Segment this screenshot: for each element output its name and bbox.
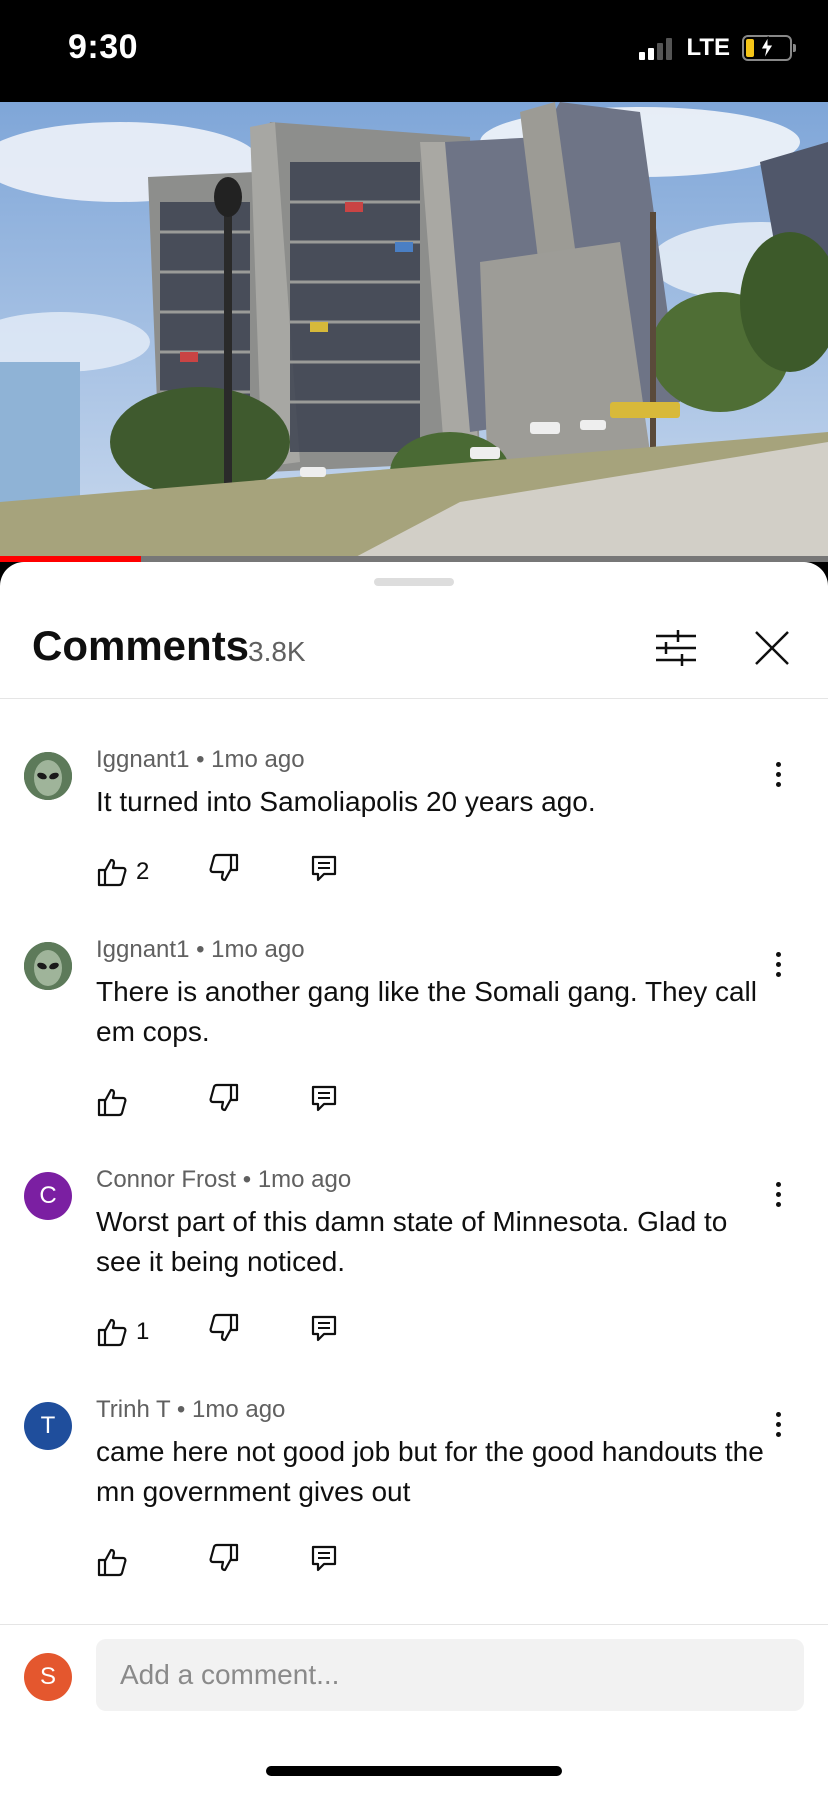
reply-button[interactable] <box>308 852 348 892</box>
comment-meta: Connor Frost • 1mo ago <box>96 1166 351 1194</box>
reply-icon <box>311 1545 337 1572</box>
comments-header: Comments 3.8K <box>0 602 828 699</box>
comment-author[interactable]: Iggnant1 <box>96 746 189 773</box>
comment-text: came here not good job but for the good … <box>96 1436 764 1507</box>
more-options-button[interactable] <box>766 944 790 984</box>
avatar[interactable]: C <box>24 1172 72 1220</box>
meta-separator: • <box>176 1396 186 1423</box>
comment-meta: Iggnant1 • 1mo ago <box>96 936 305 964</box>
sort-filter-button[interactable] <box>652 624 700 672</box>
status-time: 9:30 <box>68 28 139 66</box>
thumbs-up-icon <box>97 1318 127 1347</box>
more-options-button[interactable] <box>766 1174 790 1214</box>
comment-actions: 1 <box>96 1312 396 1352</box>
alien-avatar-icon <box>24 942 72 990</box>
like-button[interactable]: 1 <box>96 1312 149 1352</box>
sliders-icon <box>656 630 696 666</box>
like-button[interactable] <box>96 1542 136 1582</box>
dislike-button[interactable] <box>208 1082 248 1122</box>
comment-time: 1mo ago <box>257 1166 352 1193</box>
comment-author[interactable]: Trinh T <box>96 1396 170 1423</box>
avatar[interactable] <box>24 942 72 990</box>
dislike-button[interactable] <box>208 852 248 892</box>
dislike-button[interactable] <box>208 1542 248 1582</box>
comment-author[interactable]: Connor Frost <box>96 1166 236 1193</box>
thumbs-up-icon <box>97 1088 127 1117</box>
like-count: 1 <box>136 1318 150 1345</box>
thumbs-up-icon <box>97 1548 127 1577</box>
add-comment-input[interactable] <box>96 1639 804 1711</box>
reply-button[interactable] <box>308 1312 348 1352</box>
close-icon <box>755 631 789 665</box>
battery-icon <box>742 35 796 61</box>
meta-separator: • <box>242 1166 252 1193</box>
dislike-button[interactable] <box>208 1312 248 1352</box>
comments-title: Comments <box>32 622 250 669</box>
network-type: LTE <box>686 34 730 61</box>
drag-handle[interactable] <box>374 578 454 586</box>
reply-button[interactable] <box>308 1542 348 1582</box>
status-bar: 9:30 LTE <box>0 0 828 100</box>
video-player[interactable] <box>0 102 828 560</box>
comment-meta: Iggnant1 • 1mo ago <box>96 746 305 774</box>
signal-icon <box>639 36 673 60</box>
comment-time: 1mo ago <box>211 936 305 963</box>
reply-button[interactable] <box>308 1082 348 1122</box>
close-button[interactable] <box>748 624 796 672</box>
meta-separator: • <box>196 746 205 773</box>
thumbs-down-icon <box>209 1313 239 1342</box>
more-options-button[interactable] <box>766 754 790 794</box>
comment-actions <box>96 1082 396 1122</box>
reply-icon <box>311 855 337 882</box>
video-frame <box>0 102 828 560</box>
home-indicator[interactable] <box>266 1766 562 1776</box>
comment-meta: Trinh T • 1mo ago <box>96 1396 285 1424</box>
comment-actions <box>96 1542 396 1582</box>
more-options-button[interactable] <box>766 1404 790 1444</box>
status-indicators: LTE <box>639 34 796 62</box>
comments-count: 3.8K <box>248 636 306 667</box>
comment-author[interactable]: Iggnant1 <box>96 936 189 963</box>
avatar[interactable] <box>24 752 72 800</box>
reply-icon <box>311 1315 337 1342</box>
thumbs-down-icon <box>209 1083 239 1112</box>
reply-icon <box>311 1085 337 1112</box>
user-avatar[interactable]: S <box>24 1653 72 1701</box>
comment-actions: 2 <box>96 852 396 892</box>
comment-text: Worst part of this damn state of Minneso… <box>96 1206 728 1277</box>
thumbs-up-icon <box>97 858 127 887</box>
like-button[interactable] <box>96 1082 136 1122</box>
comment-text: There is another gang like the Somali ga… <box>96 976 757 1047</box>
comment-time: 1mo ago <box>192 1396 286 1423</box>
thumbs-down-icon <box>209 853 239 882</box>
like-button[interactable]: 2 <box>96 852 149 892</box>
comment-time: 1mo ago <box>211 746 305 773</box>
thumbs-down-icon <box>209 1543 239 1572</box>
comment-text: It turned into Samoliapolis 20 years ago… <box>96 786 596 817</box>
like-count: 2 <box>136 858 150 885</box>
avatar[interactable]: T <box>24 1402 72 1450</box>
meta-separator: • <box>196 936 205 963</box>
alien-avatar-icon <box>24 752 72 800</box>
